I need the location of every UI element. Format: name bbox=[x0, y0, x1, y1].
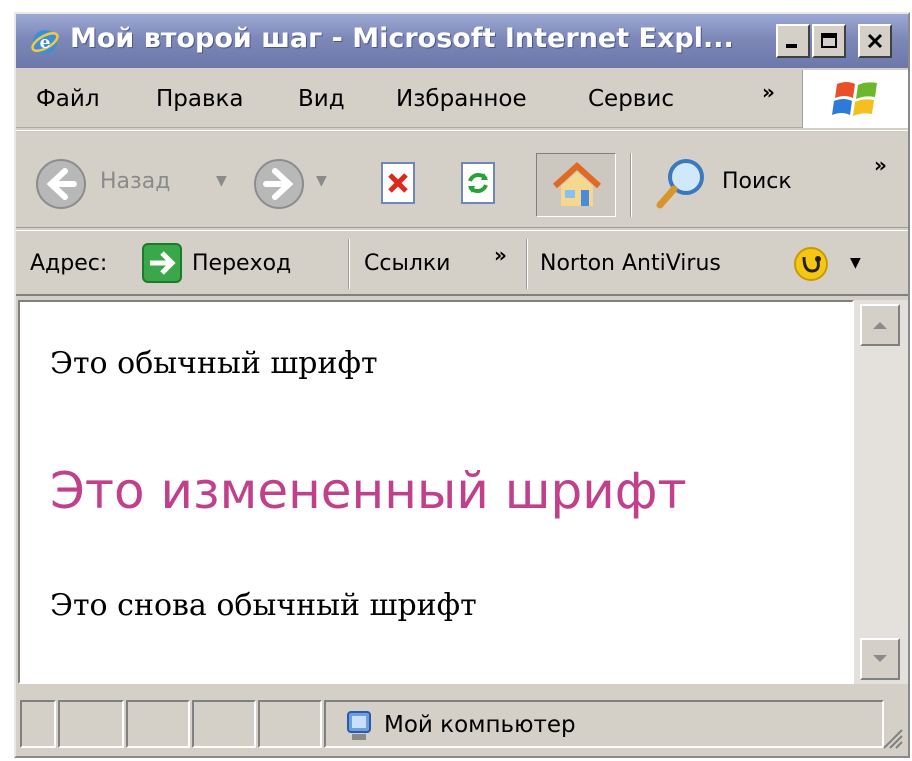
norton-antivirus-label[interactable]: Norton AntiVirus bbox=[540, 251, 721, 276]
browser-window: e Мой второй шаг - Microsoft Internet Ex… bbox=[14, 12, 910, 758]
back-button-label[interactable]: Назад bbox=[100, 169, 170, 194]
menu-view[interactable]: Вид bbox=[298, 86, 345, 112]
status-cell bbox=[20, 700, 56, 748]
scroll-up-button[interactable] bbox=[860, 304, 900, 346]
status-cell bbox=[58, 700, 124, 748]
minimize-icon bbox=[786, 44, 797, 48]
svg-text:e: e bbox=[40, 33, 51, 53]
menu-file[interactable]: Файл bbox=[36, 86, 100, 112]
title-bar[interactable]: e Мой второй шаг - Microsoft Internet Ex… bbox=[16, 14, 908, 68]
status-cell bbox=[192, 700, 256, 748]
windows-logo bbox=[802, 70, 908, 128]
status-bar: Мой компьютер bbox=[16, 688, 908, 756]
status-cell bbox=[258, 700, 322, 748]
go-arrow-icon[interactable] bbox=[142, 243, 182, 283]
my-computer-icon bbox=[347, 711, 371, 740]
menu-overflow-chevron[interactable]: » bbox=[762, 80, 775, 104]
minimize-button[interactable] bbox=[776, 24, 810, 58]
windows-flag-icon bbox=[832, 82, 877, 116]
back-dropdown-icon[interactable]: ▼ bbox=[216, 173, 227, 189]
arrow-up-icon bbox=[873, 322, 887, 329]
go-button-label[interactable]: Переход bbox=[192, 251, 291, 276]
close-button[interactable] bbox=[858, 24, 892, 58]
back-arrow-icon[interactable] bbox=[34, 157, 88, 211]
search-icon[interactable] bbox=[652, 153, 712, 213]
maximize-button[interactable] bbox=[812, 24, 846, 58]
close-icon bbox=[867, 33, 883, 49]
search-button-label[interactable]: Поиск bbox=[722, 169, 792, 194]
links-separator bbox=[526, 239, 528, 289]
home-icon bbox=[552, 161, 602, 206]
forward-dropdown-icon[interactable]: ▼ bbox=[316, 173, 327, 189]
address-separator bbox=[348, 239, 350, 289]
maximize-icon bbox=[821, 33, 837, 48]
toolbar-separator bbox=[630, 153, 632, 217]
status-cell bbox=[126, 700, 190, 748]
changed-font-text: Это измененный шрифт bbox=[50, 462, 687, 520]
normal-font-text: Это обычный шрифт bbox=[50, 346, 378, 381]
status-zone-text: Мой компьютер bbox=[384, 712, 576, 738]
address-label: Адрес: bbox=[30, 251, 108, 276]
links-label[interactable]: Ссылки bbox=[364, 251, 450, 276]
page-content: Это обычный шрифт Это измененный шрифт Э… bbox=[18, 300, 854, 684]
menu-edit[interactable]: Правка bbox=[156, 86, 244, 112]
links-overflow-chevron[interactable]: » bbox=[494, 243, 507, 267]
vertical-scrollbar[interactable] bbox=[854, 300, 908, 684]
toolbar-overflow-chevron[interactable]: » bbox=[874, 153, 887, 177]
norton-dropdown-icon[interactable]: ▼ bbox=[850, 255, 861, 271]
standard-toolbar: Назад ▼ ▼ Поиск » bbox=[16, 130, 908, 228]
refresh-icon[interactable] bbox=[456, 159, 502, 209]
home-button[interactable] bbox=[536, 153, 616, 217]
normal-font-again-text: Это снова обычный шрифт bbox=[50, 588, 477, 623]
norton-shield-icon[interactable] bbox=[792, 245, 830, 283]
menu-bar: Файл Правка Вид Избранное Сервис » bbox=[16, 70, 908, 128]
resize-grip-icon[interactable] bbox=[878, 724, 904, 750]
stop-icon[interactable] bbox=[376, 159, 422, 209]
address-bar: Адрес: Переход Ссылки » Norton AntiVirus… bbox=[16, 230, 908, 296]
menu-favorites[interactable]: Избранное bbox=[396, 86, 527, 112]
forward-arrow-icon[interactable] bbox=[252, 157, 306, 211]
internet-explorer-icon: e bbox=[31, 30, 59, 54]
scroll-down-button[interactable] bbox=[860, 638, 900, 680]
menu-tools[interactable]: Сервис bbox=[588, 86, 674, 112]
arrow-down-icon bbox=[873, 655, 887, 662]
window-title: Мой второй шаг - Microsoft Internet Expl… bbox=[70, 23, 734, 54]
